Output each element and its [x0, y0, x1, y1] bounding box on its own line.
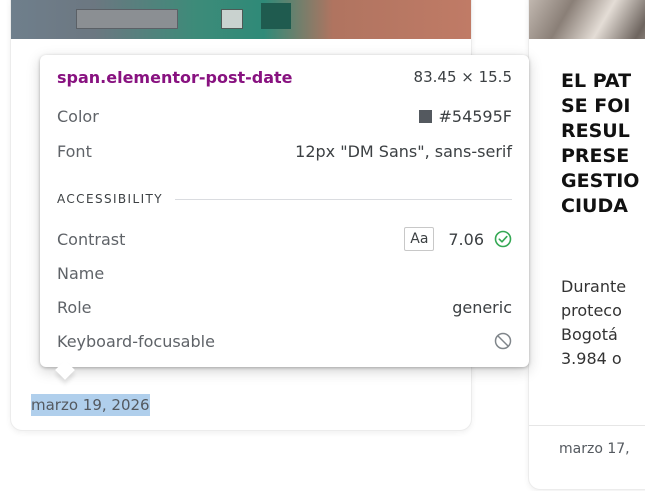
post-thumbnail-right[interactable] [529, 0, 645, 39]
accessibility-section-header: ACCESSIBILITY [57, 189, 512, 209]
contrast-row: Contrast Aa 7.06 [57, 227, 512, 251]
check-circle-icon [494, 230, 512, 248]
role-label: Role [57, 297, 92, 317]
thumbnail-door-detail [261, 3, 291, 29]
post-excerpt: Durante proteco Bogotá 3.984 o [561, 275, 645, 371]
contrast-value-wrap: Aa 7.06 [404, 227, 512, 251]
element-selector: span.elementor-post-date [57, 67, 293, 87]
font-label: Font [57, 141, 92, 161]
color-row: Color #54595F [57, 104, 512, 128]
prohibited-icon [494, 332, 512, 350]
post-date-right: marzo 17, [559, 441, 630, 457]
post-thumbnail[interactable] [11, 0, 471, 39]
title-line: PRESE [561, 145, 630, 167]
excerpt-line: proteco [561, 301, 622, 320]
post-card-right: EL PAT SE FOI RESUL PRESE GESTIO CIUDA D… [528, 0, 645, 490]
post-date: marzo 19, 2026 [31, 394, 150, 416]
contrast-label: Contrast [57, 229, 126, 249]
post-date-wrapper: marzo 19, 2026 [31, 394, 150, 416]
color-label: Color [57, 106, 99, 126]
title-line: GESTIO [561, 170, 640, 192]
contrast-value: 7.06 [448, 229, 484, 249]
card-divider [529, 425, 645, 426]
thumbnail-sign-detail [76, 9, 178, 29]
title-line: RESUL [561, 120, 630, 142]
post-title[interactable]: EL PAT SE FOI RESUL PRESE GESTIO CIUDA [561, 69, 645, 219]
title-line: CIUDA [561, 195, 628, 217]
color-value: #54595F [438, 106, 512, 126]
color-value-wrap: #54595F [419, 107, 512, 126]
excerpt-line: 3.984 o [561, 349, 622, 368]
name-label: Name [57, 263, 105, 283]
title-line: EL PAT [561, 70, 632, 92]
excerpt-line: Bogotá [561, 325, 618, 344]
title-line: SE FOI [561, 95, 631, 117]
name-row: Name [57, 261, 512, 285]
accessibility-title: ACCESSIBILITY [57, 192, 163, 206]
font-value: 12px "DM Sans", sans-serif [295, 141, 512, 161]
inspector-tooltip: span.elementor-post-date 83.45 × 15.5 Co… [40, 55, 529, 380]
section-divider [174, 198, 512, 200]
role-value: generic [452, 297, 512, 317]
role-row: Role generic [57, 295, 512, 319]
excerpt-line: Durante [561, 277, 627, 296]
keyboard-row: Keyboard-focusable [57, 329, 512, 353]
inspector-header: span.elementor-post-date 83.45 × 15.5 [57, 65, 512, 89]
keyboard-focusable-label: Keyboard-focusable [57, 331, 215, 351]
font-row: Font 12px "DM Sans", sans-serif [57, 139, 512, 163]
color-swatch [419, 109, 433, 123]
contrast-aa-badge: Aa [404, 227, 435, 251]
thumbnail-window-detail [221, 9, 243, 29]
element-size: 83.45 × 15.5 [413, 68, 512, 86]
